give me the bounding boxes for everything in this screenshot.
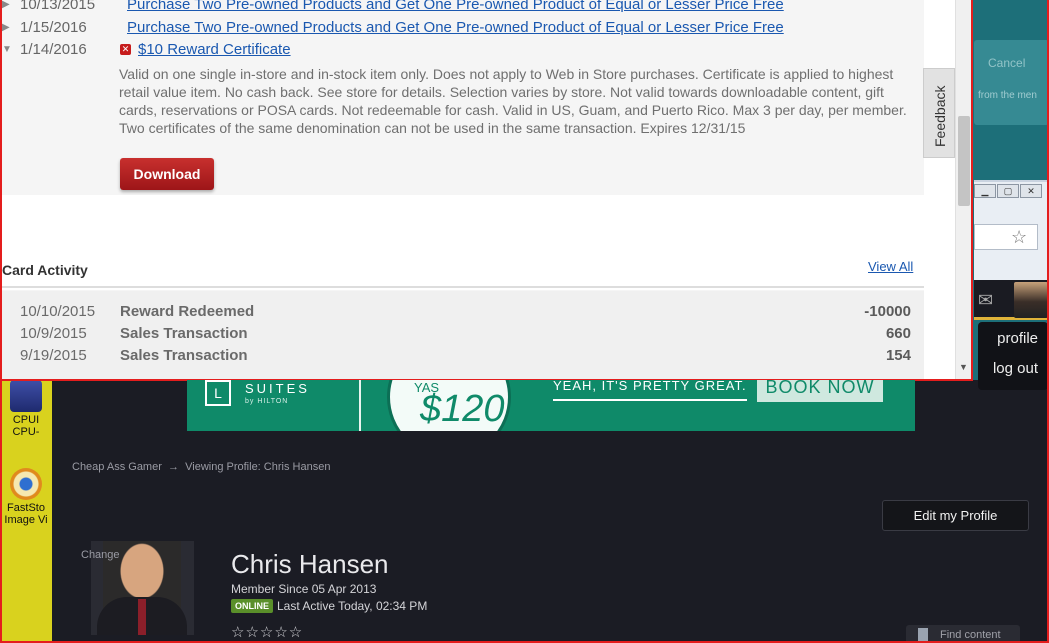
desktop-strip: CPUI CPU- FastSto Image Vi (0, 380, 52, 643)
ad-price-circle: YAS $120 (387, 380, 511, 431)
scroll-down-arrow-icon[interactable]: ▼ (959, 362, 968, 372)
activity-date: 9/19/2015 (20, 347, 87, 364)
document-icon (918, 628, 928, 641)
divider (2, 286, 924, 288)
ad-brand: SUITES (245, 381, 310, 396)
window-controls: ▁ ▢ ✕ (974, 184, 1042, 198)
last-active: Last Active Today, 02:34 PM (277, 599, 428, 613)
hint-text: from the men (978, 90, 1037, 101)
close-icon[interactable]: ✕ (1020, 184, 1042, 198)
offer-date: 1/14/2016 (20, 41, 87, 58)
table-row: 10/9/2015 Sales Transaction 660 (2, 325, 924, 347)
avatar[interactable] (1014, 282, 1048, 318)
find-content-label: Find content (940, 629, 1001, 641)
user-strip: ✉ (974, 280, 1049, 320)
rewards-popup-window: ▶ 10/13/2015 Purchase Two Pre-owned Prod… (0, 0, 973, 381)
table-row: 9/19/2015 Sales Transaction 154 (2, 347, 924, 369)
activity-date: 10/10/2015 (20, 303, 96, 320)
ad-divider (359, 380, 361, 431)
ad-price: $120 (420, 388, 505, 430)
vertical-scrollbar[interactable]: ▼ (955, 0, 971, 379)
rating-stars[interactable]: ☆☆☆☆☆ (231, 623, 303, 641)
feedback-label: Feedback (932, 85, 948, 147)
activity-date: 10/9/2015 (20, 325, 87, 342)
breadcrumb-current: Viewing Profile: Chris Hansen (185, 461, 331, 473)
expand-triangle-icon[interactable]: ▶ (2, 0, 10, 10)
offer-date: 1/15/2016 (20, 19, 87, 36)
cancel-text[interactable]: Cancel (988, 56, 1025, 70)
faststone-icon-label: FastSto Image Vi (4, 502, 48, 526)
profile-page: Cheap Ass Gamer → Viewing Profile: Chris… (52, 449, 1029, 643)
eye-icon (10, 468, 42, 500)
faststone-desktop-icon[interactable]: FastSto Image Vi (3, 468, 49, 526)
offer-link[interactable]: Purchase Two Pre-owned Products and Get … (127, 0, 784, 13)
ad-logo: L SUITES by HILTON (205, 380, 345, 431)
edit-profile-button[interactable]: Edit my Profile (882, 500, 1029, 531)
activity-points: 660 (885, 325, 911, 342)
feedback-tab[interactable]: Feedback (923, 68, 955, 158)
ad-tagline: YEAH, IT'S PRETTY GREAT. (553, 380, 747, 401)
user-menu: profile log out (978, 322, 1048, 390)
reward-certificate-link[interactable]: $10 Reward Certificate (138, 41, 291, 58)
bookmark-star-icon[interactable]: ☆ (1011, 227, 1027, 248)
screen-frame-left (0, 0, 2, 643)
download-button[interactable]: Download (120, 158, 214, 190)
hotel-logo-icon: L (205, 380, 231, 406)
minimize-icon[interactable]: ▁ (974, 184, 996, 198)
mail-icon[interactable]: ✉ (978, 290, 993, 311)
book-now-button[interactable]: BOOK NOW (757, 380, 883, 402)
logout-link[interactable]: log out (993, 360, 1038, 377)
offer-date: 10/13/2015 (20, 0, 96, 13)
cpu-chip-icon (10, 380, 42, 412)
activity-type: Sales Transaction (120, 325, 248, 342)
section-spacer (2, 195, 924, 290)
background-dialog: Cancel from the men (974, 40, 1049, 125)
activity-points: -10000 (864, 303, 911, 320)
collapse-triangle-icon[interactable]: ▼ (2, 44, 12, 55)
activity-table: 10/10/2015 Reward Redeemed -10000 10/9/2… (2, 291, 924, 379)
profile-tie (138, 599, 146, 635)
change-photo-link[interactable]: Change (81, 549, 120, 561)
close-x-icon[interactable]: ✕ (120, 44, 131, 55)
table-row: 10/10/2015 Reward Redeemed -10000 (2, 303, 924, 325)
hilton-ad-banner[interactable]: L SUITES by HILTON YAS $120 YEAH, IT'S P… (187, 380, 915, 431)
view-all-link[interactable]: View All (868, 259, 913, 274)
card-activity-title: Card Activity (2, 262, 88, 278)
breadcrumb-site-link[interactable]: Cheap Ass Gamer (72, 461, 162, 473)
certificate-description: Valid on one single in-store and in-stoc… (119, 66, 907, 136)
breadcrumb-arrow: → (168, 461, 179, 473)
profile-name: Chris Hansen (231, 549, 389, 579)
expand-triangle-icon[interactable]: ▶ (2, 22, 10, 33)
offer-link[interactable]: Purchase Two Pre-owned Products and Get … (127, 19, 784, 36)
breadcrumb: Cheap Ass Gamer → Viewing Profile: Chris… (72, 461, 330, 473)
online-status-badge: ONLINE (231, 599, 274, 613)
ad-by: by HILTON (245, 398, 289, 405)
cpuid-icon-label: CPUI CPU- (12, 414, 40, 438)
member-since: Member Since 05 Apr 2013 (231, 582, 377, 596)
background-browser: ▁ ▢ ✕ ☆ (974, 180, 1049, 280)
cpuid-desktop-icon[interactable]: CPUI CPU- (3, 380, 49, 438)
activity-type: Reward Redeemed (120, 303, 255, 320)
profile-link[interactable]: profile (997, 330, 1038, 347)
address-bar[interactable]: ☆ (974, 224, 1038, 250)
activity-points: 154 (885, 347, 911, 364)
maximize-icon[interactable]: ▢ (997, 184, 1019, 198)
scroll-thumb[interactable] (958, 116, 970, 206)
activity-type: Sales Transaction (120, 347, 248, 364)
popup-content: ▶ 10/13/2015 Purchase Two Pre-owned Prod… (2, 0, 924, 379)
